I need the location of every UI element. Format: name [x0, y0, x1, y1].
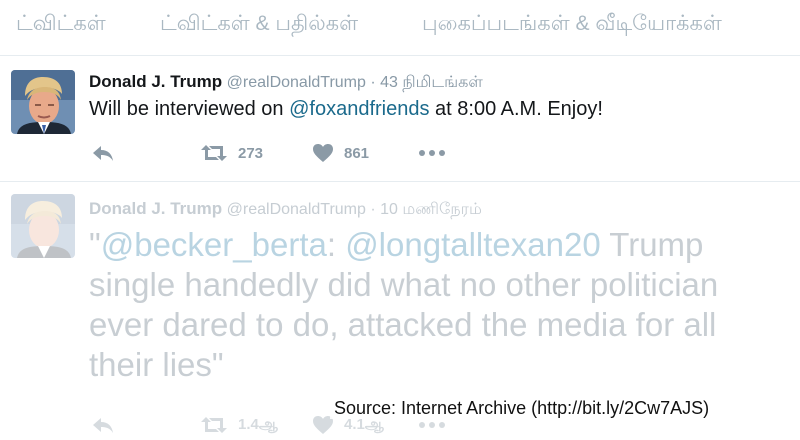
author-handle[interactable]: @realDonaldTrump	[227, 201, 366, 218]
tab-photos-and-videos[interactable]: புகைப்படங்கள் & வீடியோக்கள்	[422, 12, 722, 38]
timestamp[interactable]: 43 நிமிடங்கள்	[380, 74, 483, 91]
more-icon	[418, 149, 446, 157]
tweet-line: single handedly did what no other politi…	[89, 266, 719, 303]
retweet-icon	[200, 415, 228, 435]
retweet-icon	[200, 143, 228, 163]
tweet-header: Donald J. Trump @realDonaldTrump · 43 நி…	[89, 72, 483, 93]
tweet-line: ever dared to do, attacked the media for…	[89, 306, 717, 343]
tweet-actions: 273 861	[0, 138, 800, 168]
mention-link[interactable]: @longtalltexan20	[345, 226, 601, 263]
tweet-text-part: Will be interviewed on	[89, 98, 290, 120]
more-button[interactable]	[418, 138, 446, 168]
quote-mark: "	[89, 226, 101, 263]
retweet-button[interactable]: 1.4ஆ	[200, 410, 278, 440]
separator: ·	[370, 201, 376, 218]
tweet-text-part: :	[326, 226, 346, 263]
author-handle[interactable]: @realDonaldTrump	[227, 74, 366, 91]
retweet-button[interactable]: 273	[200, 138, 263, 168]
reply-button[interactable]	[92, 410, 114, 440]
source-caption: Source: Internet Archive (http://bit.ly/…	[330, 398, 714, 419]
profile-tabs: ட்விட்கள் ட்விட்கள் & பதில்கள் புகைப்படங…	[0, 0, 800, 56]
retweet-count: 273	[238, 144, 264, 162]
heart-icon	[312, 143, 334, 163]
tweet-text-part: Trump	[600, 226, 704, 263]
more-icon	[418, 421, 446, 429]
tab-tweets[interactable]: ட்விட்கள்	[16, 12, 106, 38]
reply-icon	[92, 415, 114, 435]
tweet-line: "@becker_berta: @longtalltexan20 Trump	[89, 225, 789, 265]
tab-tweets-and-replies[interactable]: ட்விட்கள் & பதில்கள்	[160, 12, 358, 38]
mention-link[interactable]: @becker_berta	[101, 226, 327, 263]
avatar[interactable]	[11, 194, 75, 258]
author-name[interactable]: Donald J. Trump	[89, 72, 222, 91]
tweet-header: Donald J. Trump @realDonaldTrump · 10 மண…	[89, 199, 482, 220]
reply-button[interactable]	[92, 138, 114, 168]
tweet-text-part: at 8:00 A.M. Enjoy!	[429, 98, 603, 120]
timestamp[interactable]: 10 மணிநேரம்	[380, 201, 482, 218]
tweet-text: "@becker_berta: @longtalltexan20 Trump s…	[89, 225, 789, 385]
tweet[interactable]: Donald J. Trump @realDonaldTrump · 43 நி…	[0, 56, 800, 182]
reply-icon	[92, 143, 114, 163]
like-button[interactable]: 861	[312, 138, 369, 168]
mention-link[interactable]: @foxandfriends	[289, 98, 429, 120]
tweet-text: Will be interviewed on @foxandfriends at…	[89, 98, 603, 121]
author-name[interactable]: Donald J. Trump	[89, 199, 222, 218]
separator: ·	[370, 74, 376, 91]
tweet-line: their lies"	[89, 346, 224, 383]
avatar[interactable]	[11, 70, 75, 134]
like-count: 861	[344, 144, 370, 162]
retweet-count: 1.4ஆ	[238, 415, 278, 433]
